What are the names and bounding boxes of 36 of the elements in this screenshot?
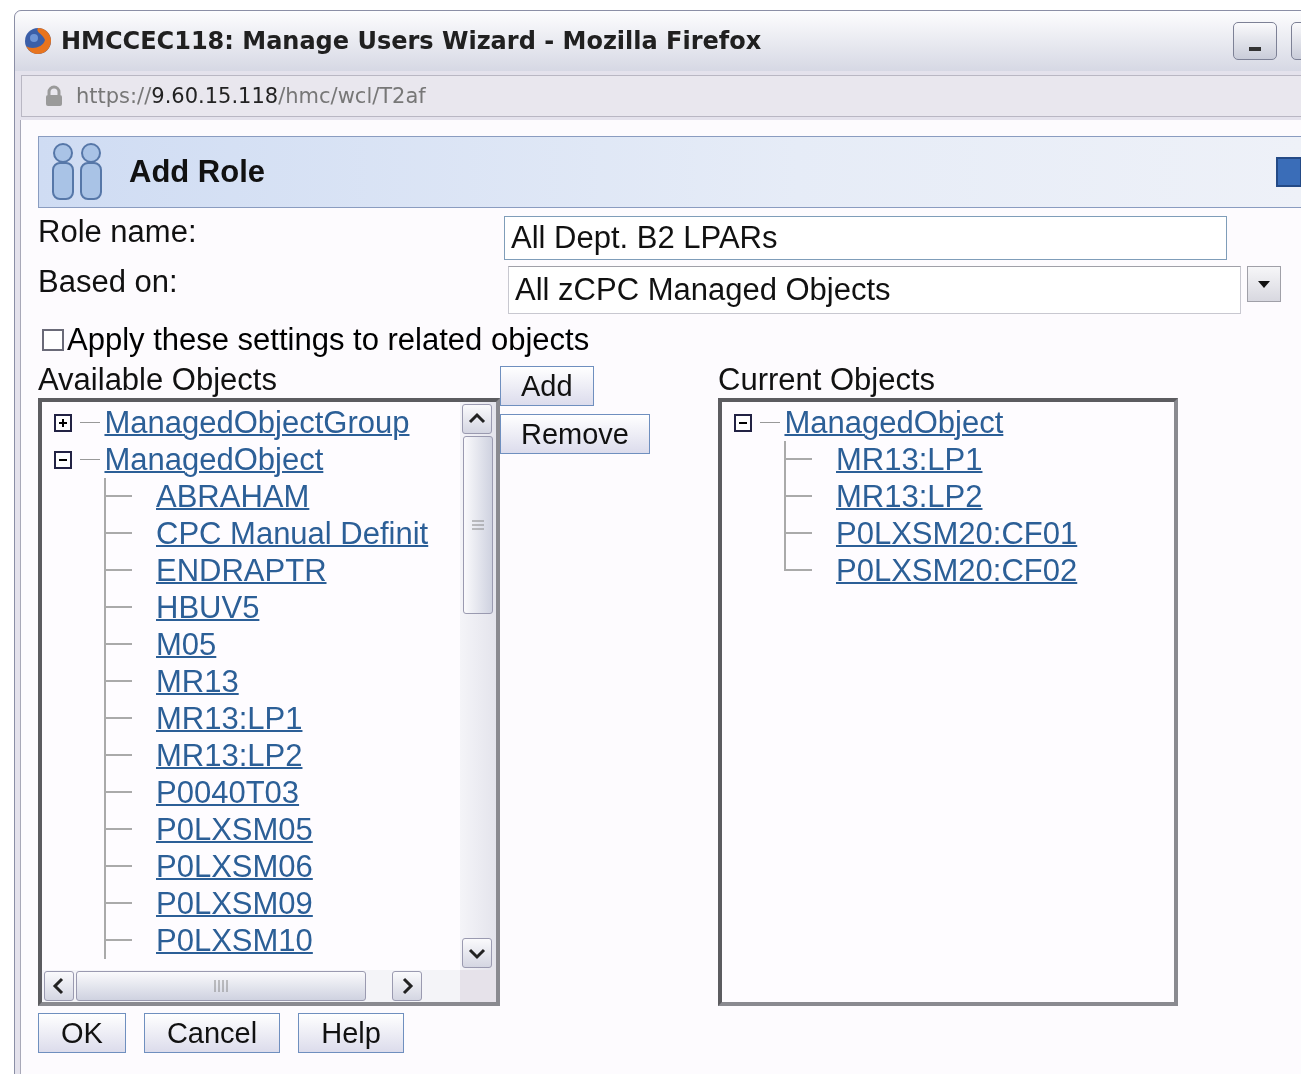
address-bar[interactable]: https://9.60.15.118/hmc/wcl/T2af	[21, 75, 1301, 117]
move-button[interactable]: Add	[500, 366, 594, 406]
tree-node-link[interactable]: P0LXSM10	[156, 922, 313, 959]
tree-node-link[interactable]: ABRAHAM	[156, 478, 310, 515]
tree-node-link[interactable]: ManagedObjectGroup	[104, 404, 410, 441]
move-button[interactable]: Remove	[500, 414, 650, 454]
window-title: HMCCEC118: Manage Users Wizard - Mozilla Firefox	[61, 27, 762, 55]
based-on-dropdown[interactable]: All zCPC Managed Objects	[508, 266, 1241, 314]
list-label: Available Objects	[38, 362, 278, 398]
tree-node-link[interactable]: P0040T03	[156, 774, 300, 811]
dialog-title: Add Role	[129, 154, 266, 190]
field-label: Based on:	[38, 264, 179, 300]
tree-node-link[interactable]: ManagedObject	[104, 441, 324, 478]
tree-node-link[interactable]: MR13	[156, 663, 239, 700]
tree-node-link[interactable]: CPC Manual Definit	[156, 515, 429, 552]
url-text: https://9.60.15.118/hmc/wcl/T2af	[76, 84, 426, 108]
tree-node-link[interactable]: ManagedObject	[784, 404, 1004, 441]
dialog-button[interactable]: Cancel	[143, 1013, 281, 1053]
tree-node-link[interactable]: M05	[156, 626, 217, 663]
tree-node-link[interactable]: MR13:LP1	[156, 700, 303, 737]
tree-node-link[interactable]: MR13:LP2	[156, 737, 303, 774]
checkbox-label: Apply these settings to related objects	[67, 322, 590, 358]
tree-node-link[interactable]: P0LXSM20:CF02	[836, 552, 1078, 589]
field-label: Role name:	[38, 214, 198, 250]
tree-node-link[interactable]: ENDRAPTR	[156, 552, 327, 589]
tree-node-link[interactable]: P0LXSM06	[156, 848, 313, 885]
tree-node-link[interactable]: P0LXSM09	[156, 885, 313, 922]
tree-node-link[interactable]: MR13:LP1	[836, 441, 983, 478]
dialog-button[interactable]: OK	[38, 1013, 126, 1053]
tree-node-link[interactable]: P0LXSM05	[156, 811, 313, 848]
tree-node-link[interactable]: MR13:LP2	[836, 478, 983, 515]
list-label: Current Objects	[718, 362, 937, 398]
tree-node-link[interactable]: HBUV5	[156, 589, 260, 626]
dialog-button[interactable]: Help	[298, 1013, 404, 1053]
tree-node-link[interactable]: P0LXSM20:CF01	[836, 515, 1078, 552]
role-name-field[interactable]: All Dept. B2 LPARs	[504, 216, 1227, 260]
